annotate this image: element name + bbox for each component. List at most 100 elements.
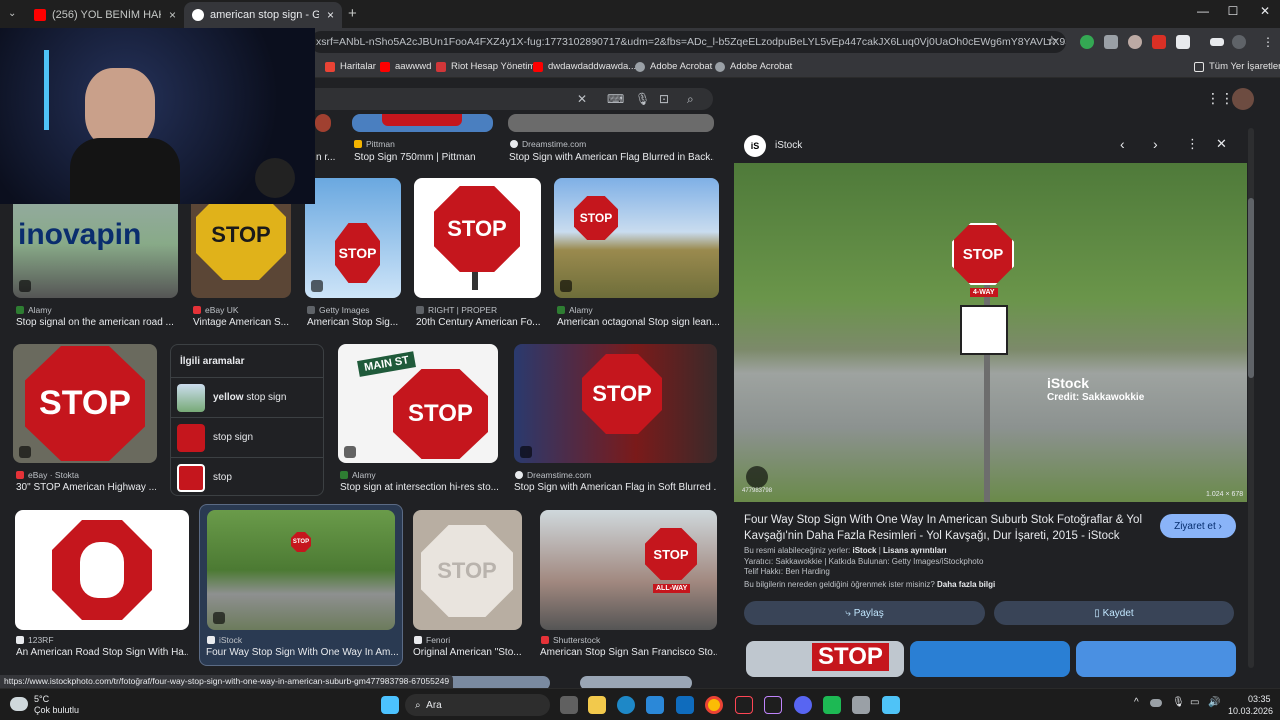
result-image[interactable] [352, 114, 493, 132]
result-title[interactable]: American Stop Sig... [307, 317, 403, 328]
close-panel-icon[interactable]: ✕ [1216, 136, 1227, 152]
preview-image[interactable]: STOP 4-WAY iStock Credit: Sakkawokkie 47… [734, 163, 1247, 502]
share-button[interactable]: ⤷ Paylaş [744, 601, 985, 625]
task-view-icon[interactable] [560, 696, 578, 714]
maximize-button[interactable]: ☐ [1218, 4, 1248, 18]
license-link[interactable]: Lisans ayrıntıları [883, 546, 947, 555]
tab-google-search[interactable]: american stop sign - Google'da × [184, 2, 342, 28]
extension-box-icon[interactable] [1104, 35, 1118, 49]
result-title[interactable]: Original American "Sto... [413, 647, 522, 658]
mail-icon[interactable] [676, 696, 694, 714]
lens-icon[interactable]: ⊡ [659, 92, 669, 106]
close-window-button[interactable]: ✕ [1250, 4, 1280, 18]
result-image[interactable]: STOP [413, 510, 522, 630]
weather-temp[interactable]: 5°C [34, 694, 49, 704]
next-arrow-icon[interactable]: › [1153, 136, 1158, 152]
visit-button[interactable]: Ziyaret et › [1160, 514, 1236, 538]
tab-close-icon[interactable]: × [327, 8, 334, 22]
extension-shield-icon[interactable] [1080, 35, 1094, 49]
tab-youtube[interactable]: (256) YOL BENİM HAKKIM | SS × [26, 2, 184, 28]
result-title[interactable]: American octagonal Stop sign lean... [557, 317, 719, 328]
clear-icon[interactable]: ✕ [577, 92, 587, 106]
tab-close-icon[interactable]: × [169, 8, 176, 22]
panel-title[interactable]: Four Way Stop Sign With One Way In Ameri… [744, 512, 1152, 544]
learn-more-link[interactable]: Daha fazla bilgi [937, 580, 995, 589]
new-tab-button[interactable]: + [348, 5, 357, 22]
result-title[interactable]: n r... [316, 152, 335, 163]
related-search-item[interactable]: stop [171, 457, 323, 497]
more-image[interactable]: STOP [746, 641, 904, 677]
onedrive-icon[interactable] [1150, 699, 1162, 707]
lens-search-icon[interactable] [746, 466, 768, 488]
result-image[interactable]: STOP ALL-WAY [540, 510, 717, 630]
more-image[interactable] [910, 641, 1070, 677]
stream-app-icon[interactable] [764, 696, 782, 714]
more-image[interactable] [1076, 641, 1236, 677]
network-app-icon[interactable] [852, 696, 870, 714]
extensions-puzzle-icon[interactable] [1176, 35, 1190, 49]
more-options-icon[interactable]: ⋮ [1186, 136, 1199, 152]
store-icon[interactable] [646, 696, 664, 714]
extension-cookie-icon[interactable] [1128, 35, 1142, 49]
result-title[interactable]: 30" STOP American Highway ... [16, 482, 156, 493]
tray-chevron-icon[interactable]: ^ [1134, 697, 1139, 708]
file-explorer-icon[interactable] [588, 696, 606, 714]
bookmark-item[interactable]: dwdawdaddwawda... [533, 61, 636, 72]
related-search-item[interactable]: yellow stop sign [171, 377, 323, 417]
clock-time[interactable]: 03:35 [1248, 694, 1271, 704]
notepad-icon[interactable] [882, 696, 900, 714]
search-input[interactable]: ✕ ⌨ 🎙 ⊡ ⌕ [315, 88, 713, 110]
result-title[interactable]: Vintage American S... [193, 317, 291, 328]
more-menu-icon[interactable]: ⋮ [1262, 35, 1274, 49]
minimize-button[interactable]: — [1188, 4, 1218, 18]
result-title[interactable]: Stop Sign with American Flag Blurred in … [509, 152, 714, 163]
bookmark-item[interactable]: Haritalar [325, 61, 376, 72]
chrome-icon[interactable] [705, 696, 723, 714]
result-title[interactable]: An American Road Stop Sign With Ha... [16, 647, 188, 658]
result-image[interactable] [580, 676, 692, 688]
bookmark-item[interactable]: Riot Hesap Yönetimi [436, 61, 537, 72]
result-image[interactable]: STOP [207, 510, 395, 630]
apps-grid-icon[interactable]: ⋮⋮ [1206, 90, 1234, 107]
result-image[interactable] [315, 114, 331, 132]
result-image[interactable]: STOP [13, 344, 157, 463]
discord-icon[interactable] [794, 696, 812, 714]
panel-scroll-thumb[interactable] [1248, 198, 1254, 378]
save-button[interactable]: ▯ Kaydet [994, 601, 1234, 625]
clock-date[interactable]: 10.03.2026 [1228, 706, 1273, 716]
related-search-item[interactable]: stop sign [171, 417, 323, 457]
result-image[interactable]: STOP MAIN ST [338, 344, 498, 463]
result-image[interactable]: STOP [414, 178, 541, 298]
keyboard-icon[interactable]: ⌨ [607, 92, 624, 106]
result-title[interactable]: Stop signal on the american road ... [16, 317, 176, 328]
result-image[interactable] [15, 510, 189, 630]
panel-source[interactable]: iStock [775, 140, 802, 151]
result-title[interactable]: Stop sign at intersection hi-res sto... [340, 482, 498, 493]
result-image[interactable]: STOP [305, 178, 401, 298]
result-title[interactable]: Four Way Stop Sign With One Way In Am... [206, 647, 398, 658]
media-control-icon[interactable] [1210, 38, 1224, 46]
valorant-icon[interactable] [735, 696, 753, 714]
result-title[interactable]: Stop Sign 750mm | Pittman [354, 152, 476, 163]
green-app-icon[interactable] [823, 696, 841, 714]
volume-tray-icon[interactable]: 🔊 [1208, 697, 1220, 708]
address-bar[interactable]: xsrf=ANbL-nSho5A2cJBUn1FooA4FXZ4y1X-fug:… [310, 31, 1066, 53]
account-avatar[interactable] [1232, 88, 1254, 110]
bookmark-star-icon[interactable]: ☆ [1046, 33, 1058, 49]
tab-search-dropdown[interactable]: ⌄ [8, 8, 16, 19]
windows-start-icon[interactable] [381, 696, 399, 714]
edge-icon[interactable] [617, 696, 635, 714]
prev-arrow-icon[interactable]: ‹ [1120, 136, 1125, 152]
weather-icon[interactable] [10, 697, 28, 711]
bookmark-item[interactable]: aawwwd [380, 61, 431, 72]
profile-icon[interactable] [1232, 35, 1246, 49]
result-image[interactable] [438, 676, 550, 688]
bookmark-item[interactable]: Adobe Acrobat [635, 61, 712, 72]
result-image[interactable] [508, 114, 714, 132]
search-icon[interactable]: ⌕ [687, 92, 694, 107]
mic-tray-icon[interactable]: 🎙 [1172, 697, 1185, 708]
network-tray-icon[interactable]: ▭ [1190, 697, 1199, 708]
bookmark-item[interactable]: Adobe Acrobat [715, 61, 792, 72]
result-title[interactable]: American Stop Sign San Francisco Sto... [540, 647, 717, 658]
result-title[interactable]: Stop Sign with American Flag in Soft Blu… [514, 482, 717, 493]
